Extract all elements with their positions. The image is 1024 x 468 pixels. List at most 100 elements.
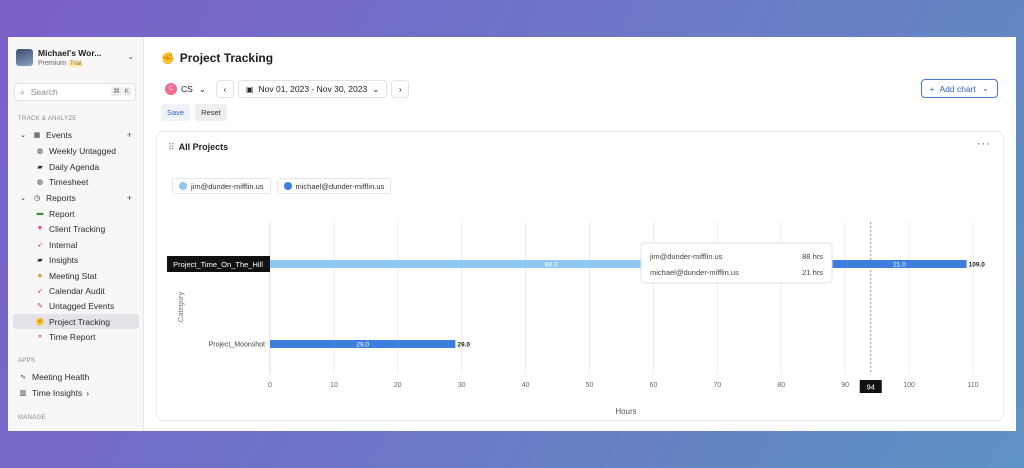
x-tick-label: 0 [268,382,272,389]
briefcase-icon: ▰ [37,163,43,171]
nav-label: Client Tracking [49,223,106,234]
chevron-down-icon: ⌄ [372,83,380,94]
nav-daily-agenda[interactable]: ▰ Daily Agenda [13,159,139,174]
more-icon[interactable]: ··· [977,138,991,150]
sidebar: Michael's Wor... Premium Trial ⌄ ⌕ Search… [8,37,144,431]
bar-total-label: 29.0 [457,342,470,349]
add-chart-label: Add chart [939,83,976,94]
globe-icon: ◍ [36,178,44,186]
user-label: CS [181,84,193,94]
nav-label: Meeting Stat [49,270,97,281]
nav-label: Project Tracking [49,316,110,327]
nav-project-tracking[interactable]: ✊ Project Tracking [13,314,139,329]
briefcase-icon: ▰ [37,256,43,264]
avatar [16,48,33,66]
bell-icon: ▲ [36,272,44,279]
search-input[interactable]: ⌕ Search ⌘ K [14,83,136,101]
brain-icon: ● [37,333,43,340]
prev-range-button[interactable]: ‹ [215,80,234,98]
search-placeholder: Search [30,87,58,97]
nav-client-tracking[interactable]: ♥ Client Tracking [13,221,139,236]
main-content: ✊ Project Tracking C CS ⌄ ‹ ▣ Nov 01, 20… [144,37,1016,431]
page-title-text: Project Tracking [179,51,274,65]
x-tick-label: 80 [777,382,785,389]
shortcut-cmd: ⌘ [111,87,122,96]
chevron-down-icon: ⌄ [20,194,26,202]
workspace-plan: Premium Trial [38,60,101,67]
nav-events[interactable]: ⌄ ▦ Events + [13,127,139,142]
pulse-icon: ∿ [20,373,26,381]
y-axis-label: Category [176,292,185,323]
x-tick-label: 10 [330,382,338,389]
nav-weekly-untagged[interactable]: ◍ Weekly Untagged [13,143,139,158]
nav-label: Daily Agenda [49,161,100,172]
app-window: Michael's Wor... Premium Trial ⌄ ⌕ Search… [8,37,1016,431]
add-chart-button[interactable]: + Add chart ⌄ [920,79,998,98]
clock-icon: ◷ [33,194,41,202]
add-report-icon[interactable]: + [127,193,132,203]
grid-icon: ▦ [33,131,41,139]
plus-icon: + [929,83,935,94]
nav-meeting-stat[interactable]: ▲ Meeting Stat [13,268,139,283]
nav-report[interactable]: ▬ Report [13,206,139,221]
chart-card: ⠿ All Projects ··· jim@dunder-mifflin.us … [156,131,1004,421]
workspace-name: Michael's Wor... [38,47,102,58]
tooltip-name: jim@dunder-mifflin.us [649,252,723,261]
nav-label: Weekly Untagged [49,145,116,156]
x-tick-label: 70 [713,382,721,389]
save-button[interactable]: Save [161,104,191,121]
reset-button[interactable]: Reset [195,104,227,121]
satellite-icon: ✎ [37,302,43,310]
x-tick-label: 90 [841,382,849,389]
bar-total-label: 109.0 [969,262,986,269]
user-selector[interactable]: C CS ⌄ [161,80,210,98]
user-badge: C [165,83,177,95]
chevron-down-icon[interactable]: ⌄ [127,52,134,61]
globe-icon: ◍ [36,147,44,155]
x-tick-label: 50 [586,382,594,389]
nav-meeting-health[interactable]: ∿ Meeting Health [13,369,139,384]
truck-icon: ▬ [36,210,44,217]
rocket-icon: ➶ [37,287,43,295]
date-range-picker[interactable]: ▣ Nov 01, 2023 - Nov 30, 2023 ⌄ [237,80,388,98]
nav-untagged-events[interactable]: ✎ Untagged Events [13,298,139,313]
date-range-text: Nov 01, 2023 - Nov 30, 2023 [258,84,368,94]
nav-label: Time Report [49,331,96,342]
tooltip-value: 88 hrs [802,252,823,261]
crosshair-value: 94 [867,383,875,392]
nav-calendar-audit[interactable]: ➶ Calendar Audit [13,283,139,298]
heart-icon: ♥ [37,225,43,232]
add-event-icon[interactable]: + [127,130,132,140]
chevron-down-icon: ⌄ [20,131,26,139]
x-tick-label: 100 [903,382,915,389]
nav-time-insights[interactable]: ▥ Time Insights › [13,385,139,400]
nav-label: Report [49,208,75,219]
action-row: Save Reset [161,104,227,121]
tooltip-name: michael@dunder-mifflin.us [650,268,739,277]
tooltip-value: 21 hrs [802,268,823,277]
chevron-right-icon: › [398,84,402,94]
tooltip-box [640,242,833,284]
chevron-right-icon: › [86,387,90,398]
nav-timesheet[interactable]: ◍ Timesheet [13,174,139,189]
section-track: TRACK & ANALYZE [18,116,77,122]
drag-handle-icon[interactable]: ⠿ [168,142,175,152]
shortcut-k: K [122,87,131,96]
bar-value-label: 88.0 [545,262,558,269]
nav-insights[interactable]: ▰ Insights [13,252,139,267]
workspace-switcher[interactable]: Michael's Wor... Premium Trial ⌄ [16,46,136,68]
arm-icon: ✊ [161,52,175,65]
next-range-button[interactable]: › [391,80,410,98]
x-axis-label: Hours [615,407,636,416]
nav-internal[interactable]: ➶ Internal [13,237,139,252]
bar-chart: 0 10 20 30 40 50 60 70 80 90 100 110 88.0 21.0 109.0 29… [167,222,986,416]
search-icon: ⌕ [20,86,25,97]
nav-label: Internal [49,239,78,250]
x-tick-label: 60 [650,382,658,389]
category-tag-label: Project_Time_On_The_Hill [173,260,263,269]
nav-time-report[interactable]: ● Time Report [13,329,139,344]
nav-reports[interactable]: ⌄ ◷ Reports + [13,190,139,205]
arm-icon: ✊ [35,318,45,326]
chevron-left-icon: ‹ [223,84,227,94]
chevron-down-icon: ⌄ [981,83,989,93]
